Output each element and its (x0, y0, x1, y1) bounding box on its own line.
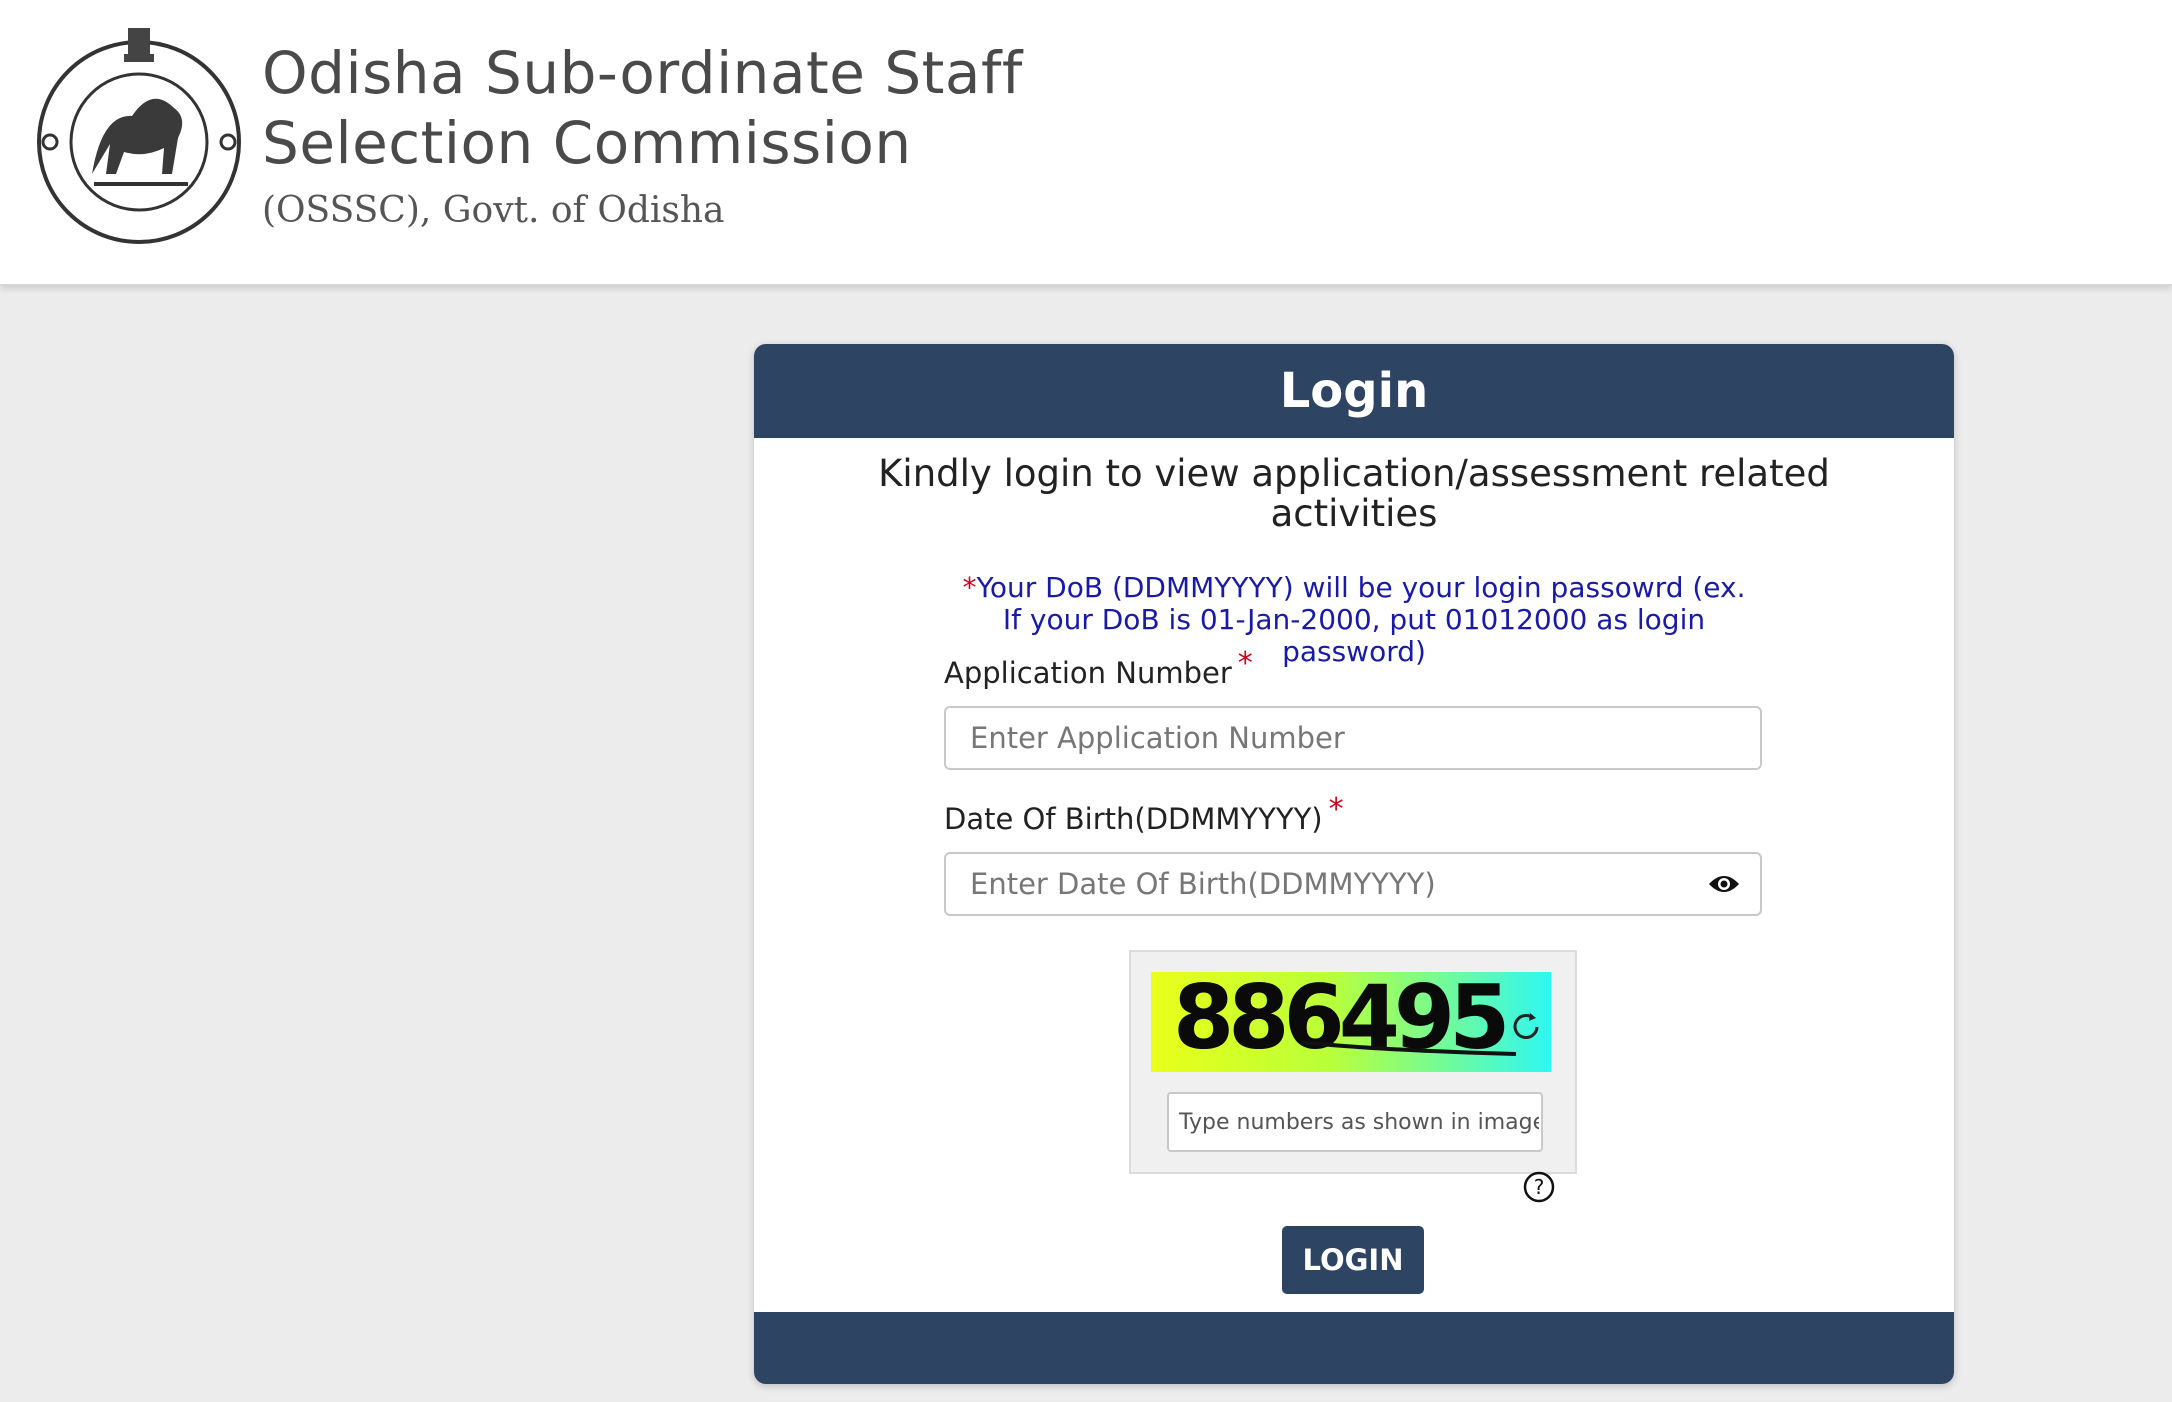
dob-label: Date Of Birth(DDMMYYYY) * (944, 792, 1344, 837)
eye-icon[interactable] (1708, 872, 1740, 896)
login-card-footer (754, 1312, 1954, 1384)
svg-text:?: ? (1534, 1175, 1545, 1199)
note-star: * (962, 571, 977, 604)
site-header: Odisha Sub-ordinate Staff Selection Comm… (0, 0, 2172, 285)
required-mark: * (1237, 646, 1253, 681)
login-card: Login Kindly login to view application/a… (754, 344, 1954, 1384)
captcha-image: 886495 (1151, 972, 1551, 1072)
refresh-icon[interactable] (1509, 1010, 1543, 1044)
required-mark: * (1328, 792, 1344, 827)
org-title-line2: Selection Commission (262, 109, 912, 177)
application-number-input[interactable] (946, 708, 1710, 768)
note-text: Your DoB (DDMMYYYY) will be your login p… (976, 571, 1746, 668)
dob-field[interactable] (944, 852, 1762, 916)
application-number-label-text: Application Number (944, 656, 1232, 690)
org-title-line1: Odisha Sub-ordinate Staff (262, 39, 1023, 107)
org-title: Odisha Sub-ordinate Staff Selection Comm… (262, 38, 1023, 178)
application-number-label: Application Number * (944, 646, 1253, 691)
login-card-title: Login (754, 344, 1954, 438)
org-subtitle: (OSSSC), Govt. of Odisha (262, 190, 725, 231)
dob-password-note: *Your DoB (DDMMYYYY) will be your login … (954, 572, 1754, 668)
dob-label-text: Date Of Birth(DDMMYYYY) (944, 802, 1323, 836)
captcha-input[interactable] (1169, 1094, 1539, 1150)
login-intro-text: Kindly login to view application/assessm… (878, 452, 1830, 535)
captcha-box: 886495 (1129, 950, 1577, 1174)
login-button[interactable]: LOGIN (1282, 1226, 1424, 1294)
odisha-state-emblem-icon (37, 28, 241, 244)
captcha-input-field[interactable] (1167, 1092, 1543, 1152)
captcha-noise-line (1300, 1040, 1517, 1056)
application-number-field[interactable] (944, 706, 1762, 770)
help-question-icon[interactable]: ? (1522, 1170, 1556, 1204)
dob-input[interactable] (946, 854, 1710, 914)
